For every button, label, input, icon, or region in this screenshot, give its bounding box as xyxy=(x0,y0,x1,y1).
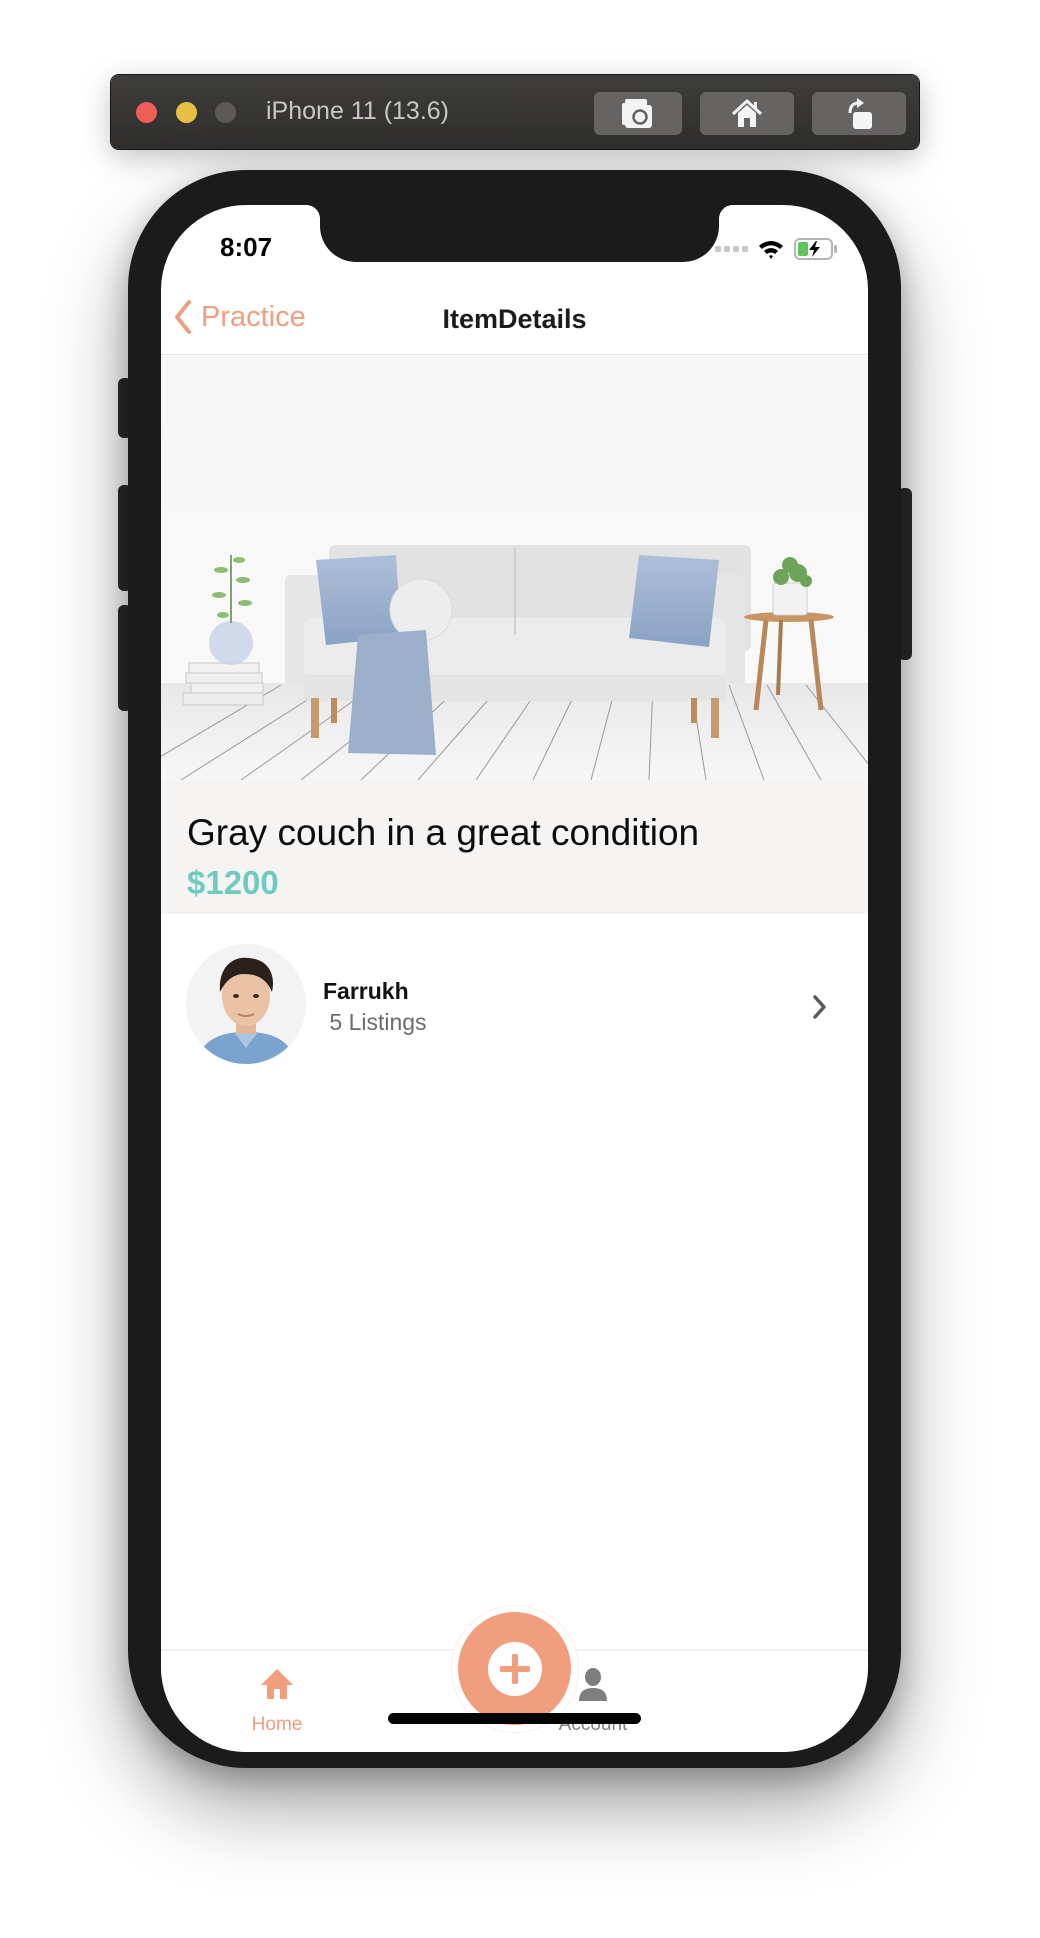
item-price: $1200 xyxy=(187,864,279,901)
cellular-signal-icon xyxy=(715,246,748,252)
item-title: Gray couch in a great condition xyxy=(187,812,700,853)
battery-charging-icon xyxy=(794,238,837,260)
status-icons xyxy=(715,238,838,260)
tab-home-label: Home xyxy=(251,1714,303,1735)
page-title: ItemDetails xyxy=(442,304,587,334)
wifi-icon xyxy=(759,241,783,259)
seller-name: Farrukh xyxy=(323,978,409,1004)
home-indicator[interactable] xyxy=(388,1713,641,1724)
notch xyxy=(306,205,733,262)
rotate-icon xyxy=(848,97,872,129)
window-zoom-button[interactable] xyxy=(215,102,236,123)
rotate-button[interactable] xyxy=(812,92,906,135)
window-minimize-button[interactable] xyxy=(176,102,197,123)
person-photo xyxy=(186,944,306,1064)
account-icon xyxy=(579,1668,607,1701)
window-close-button[interactable] xyxy=(136,102,157,123)
simulator-titlebar: iPhone 11 (13.6) xyxy=(111,75,919,149)
seller-avatar xyxy=(186,944,306,1064)
tab-home[interactable]: Home xyxy=(197,1651,357,1751)
add-listing-button[interactable] xyxy=(458,1612,571,1725)
home-icon xyxy=(261,1669,293,1699)
home-icon xyxy=(731,99,763,127)
phone-screen: 8:07 Practice ItemDetails Gray couch in … xyxy=(161,205,868,1752)
home-button[interactable] xyxy=(700,92,794,135)
plus-circle-icon xyxy=(487,1641,542,1696)
simulator-title: iPhone 11 (13.6) xyxy=(266,97,449,125)
screenshot-button[interactable] xyxy=(594,92,682,135)
item-image xyxy=(161,355,868,780)
item-info: Gray couch in a great condition $1200 xyxy=(161,780,868,914)
seller-listings-count: 5 Listings xyxy=(323,1009,427,1035)
seller-list-item[interactable]: Farrukh 5 Listings xyxy=(161,914,868,1094)
status-time: 8:07 xyxy=(220,232,273,262)
navigation-bar: Practice ItemDetails xyxy=(161,285,868,355)
chevron-right-icon xyxy=(813,995,826,1019)
couch-photo xyxy=(161,355,868,780)
camera-icon xyxy=(622,98,652,128)
